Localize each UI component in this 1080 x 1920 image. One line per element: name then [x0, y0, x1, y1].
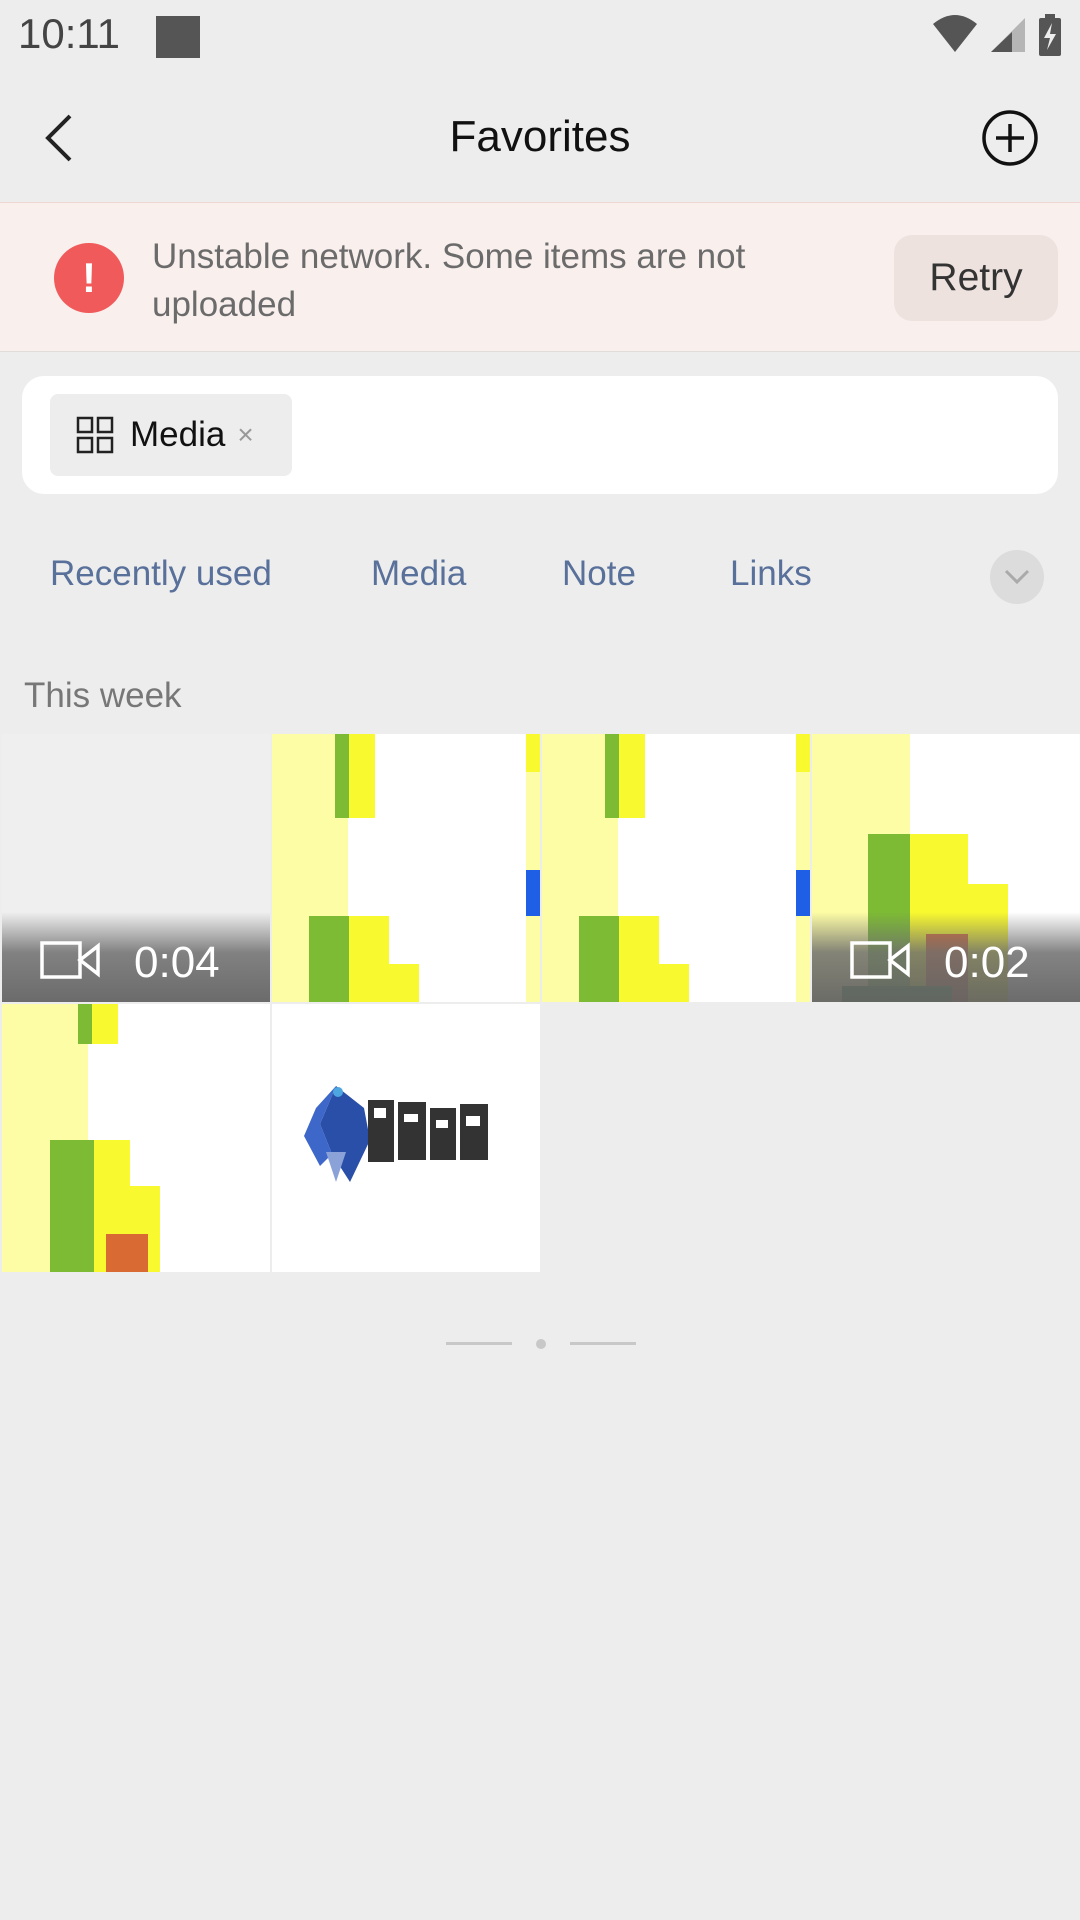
- video-camera-icon: [40, 941, 100, 979]
- pager-indicator: [446, 1339, 636, 1349]
- filter-chip-media[interactable]: Media ×: [50, 394, 292, 476]
- media-item-image[interactable]: [542, 734, 810, 1002]
- close-icon[interactable]: ×: [237, 419, 253, 451]
- tab-note[interactable]: Note: [562, 554, 636, 594]
- status-icons: [932, 14, 1062, 56]
- status-time: 10:11: [18, 10, 120, 57]
- plus-circle-icon: [982, 110, 1038, 166]
- thumbnail-image: [272, 734, 540, 1002]
- expand-categories-button[interactable]: [990, 550, 1044, 604]
- media-item-image[interactable]: [272, 1004, 540, 1272]
- tab-media[interactable]: Media: [371, 554, 466, 594]
- notification-icon: [156, 16, 200, 58]
- category-tabs: Recently used Media Note Links: [0, 540, 1080, 614]
- video-camera-icon: [850, 941, 910, 979]
- battery-charging-icon: [1039, 14, 1061, 56]
- thumbnail-image: [542, 734, 810, 1002]
- video-duration: 0:04: [134, 938, 220, 987]
- media-item-image[interactable]: [2, 1004, 270, 1272]
- signal-icon: [991, 18, 1025, 52]
- chevron-down-icon: [1004, 569, 1030, 585]
- filter-chip-label: Media: [130, 415, 226, 454]
- section-title: This week: [24, 676, 182, 715]
- thumbnail-image: [2, 1004, 270, 1272]
- media-item-video[interactable]: 0:04: [2, 734, 270, 1002]
- retry-button[interactable]: Retry: [894, 235, 1058, 321]
- add-button[interactable]: [980, 108, 1040, 168]
- media-item-image[interactable]: [272, 734, 540, 1002]
- tab-recently-used[interactable]: Recently used: [50, 554, 272, 594]
- media-item-video[interactable]: 0:02: [812, 734, 1080, 1002]
- app-header: Favorites: [0, 76, 1080, 202]
- page-title: Favorites: [449, 112, 631, 161]
- alert-icon: !: [54, 243, 124, 313]
- status-bar: 10:11: [0, 0, 1080, 76]
- network-warning-banner: ! Unstable network. Some items are not u…: [0, 202, 1080, 352]
- banner-message: Unstable network. Some items are not upl…: [152, 237, 746, 324]
- wifi-icon: [933, 15, 977, 52]
- video-duration: 0:02: [944, 938, 1030, 987]
- grid-icon: [76, 416, 114, 454]
- tab-links[interactable]: Links: [730, 554, 812, 594]
- search-filter-bar[interactable]: Media ×: [22, 376, 1058, 494]
- logo-image: [272, 1004, 540, 1272]
